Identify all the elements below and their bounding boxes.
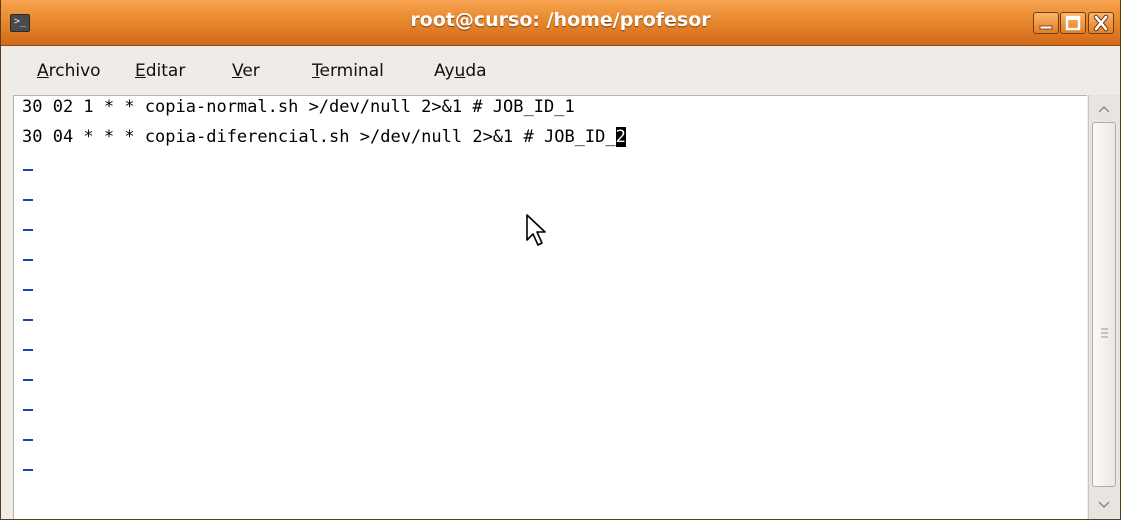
terminal-window: >_ root@curso: /home/profesor Archivo Ed… — [0, 0, 1121, 520]
menu-terminal[interactable]: Terminal — [312, 61, 384, 81]
empty-line-marker — [23, 439, 33, 441]
menu-editar-rest: ditar — [145, 61, 186, 81]
empty-line-marker — [23, 289, 33, 291]
close-button[interactable] — [1088, 12, 1114, 34]
empty-line-marker — [23, 199, 33, 201]
terminal-line-1: 30 02 1 * * copia-normal.sh >/dev/null 2… — [22, 97, 575, 117]
menu-ver-rest: er — [242, 61, 260, 81]
menu-ver[interactable]: Ver — [232, 61, 260, 81]
window-title: root@curso: /home/profesor — [410, 9, 711, 31]
scroll-thumb[interactable] — [1092, 122, 1116, 487]
empty-line-marker — [23, 379, 33, 381]
empty-line-marker — [23, 469, 33, 471]
menu-editar[interactable]: Editar — [135, 61, 185, 81]
scroll-down-icon[interactable] — [1092, 493, 1116, 515]
grip-icon — [1101, 328, 1108, 338]
menu-archivo-rest: rchivo — [48, 61, 101, 81]
menu-ayuda-rest: da — [465, 61, 487, 81]
terminal-line-2: 30 04 * * * copia-diferencial.sh >/dev/n… — [22, 122, 626, 152]
empty-line-marker — [23, 259, 33, 261]
close-icon — [1093, 14, 1109, 32]
empty-line-marker — [23, 319, 33, 321]
terminal-line-2-text: 30 04 * * * copia-diferencial.sh >/dev/n… — [22, 127, 616, 147]
maximize-button[interactable] — [1060, 12, 1086, 34]
vertical-scrollbar[interactable] — [1088, 95, 1120, 519]
text-cursor: 2 — [615, 127, 626, 147]
empty-line-marker — [23, 349, 33, 351]
minimize-button[interactable] — [1033, 12, 1059, 34]
menu-archivo[interactable]: Archivo — [37, 61, 101, 81]
empty-line-marker — [23, 169, 33, 171]
menu-ayuda-pre: Ay — [434, 61, 455, 81]
empty-line-marker — [23, 229, 33, 231]
menu-bar: Archivo Editar Ver Terminal Ayuda — [1, 47, 1120, 95]
maximize-icon — [1065, 15, 1081, 31]
terminal-screen[interactable]: 30 02 1 * * copia-normal.sh >/dev/null 2… — [13, 95, 1087, 519]
mouse-pointer-icon — [526, 214, 546, 246]
scroll-up-icon[interactable] — [1092, 98, 1116, 120]
title-bar[interactable]: >_ root@curso: /home/profesor — [1, 0, 1120, 46]
empty-line-marker — [23, 409, 33, 411]
minimize-icon — [1039, 25, 1053, 30]
menu-terminal-rest: erminal — [319, 61, 384, 81]
menu-ayuda[interactable]: Ayuda — [434, 61, 487, 81]
